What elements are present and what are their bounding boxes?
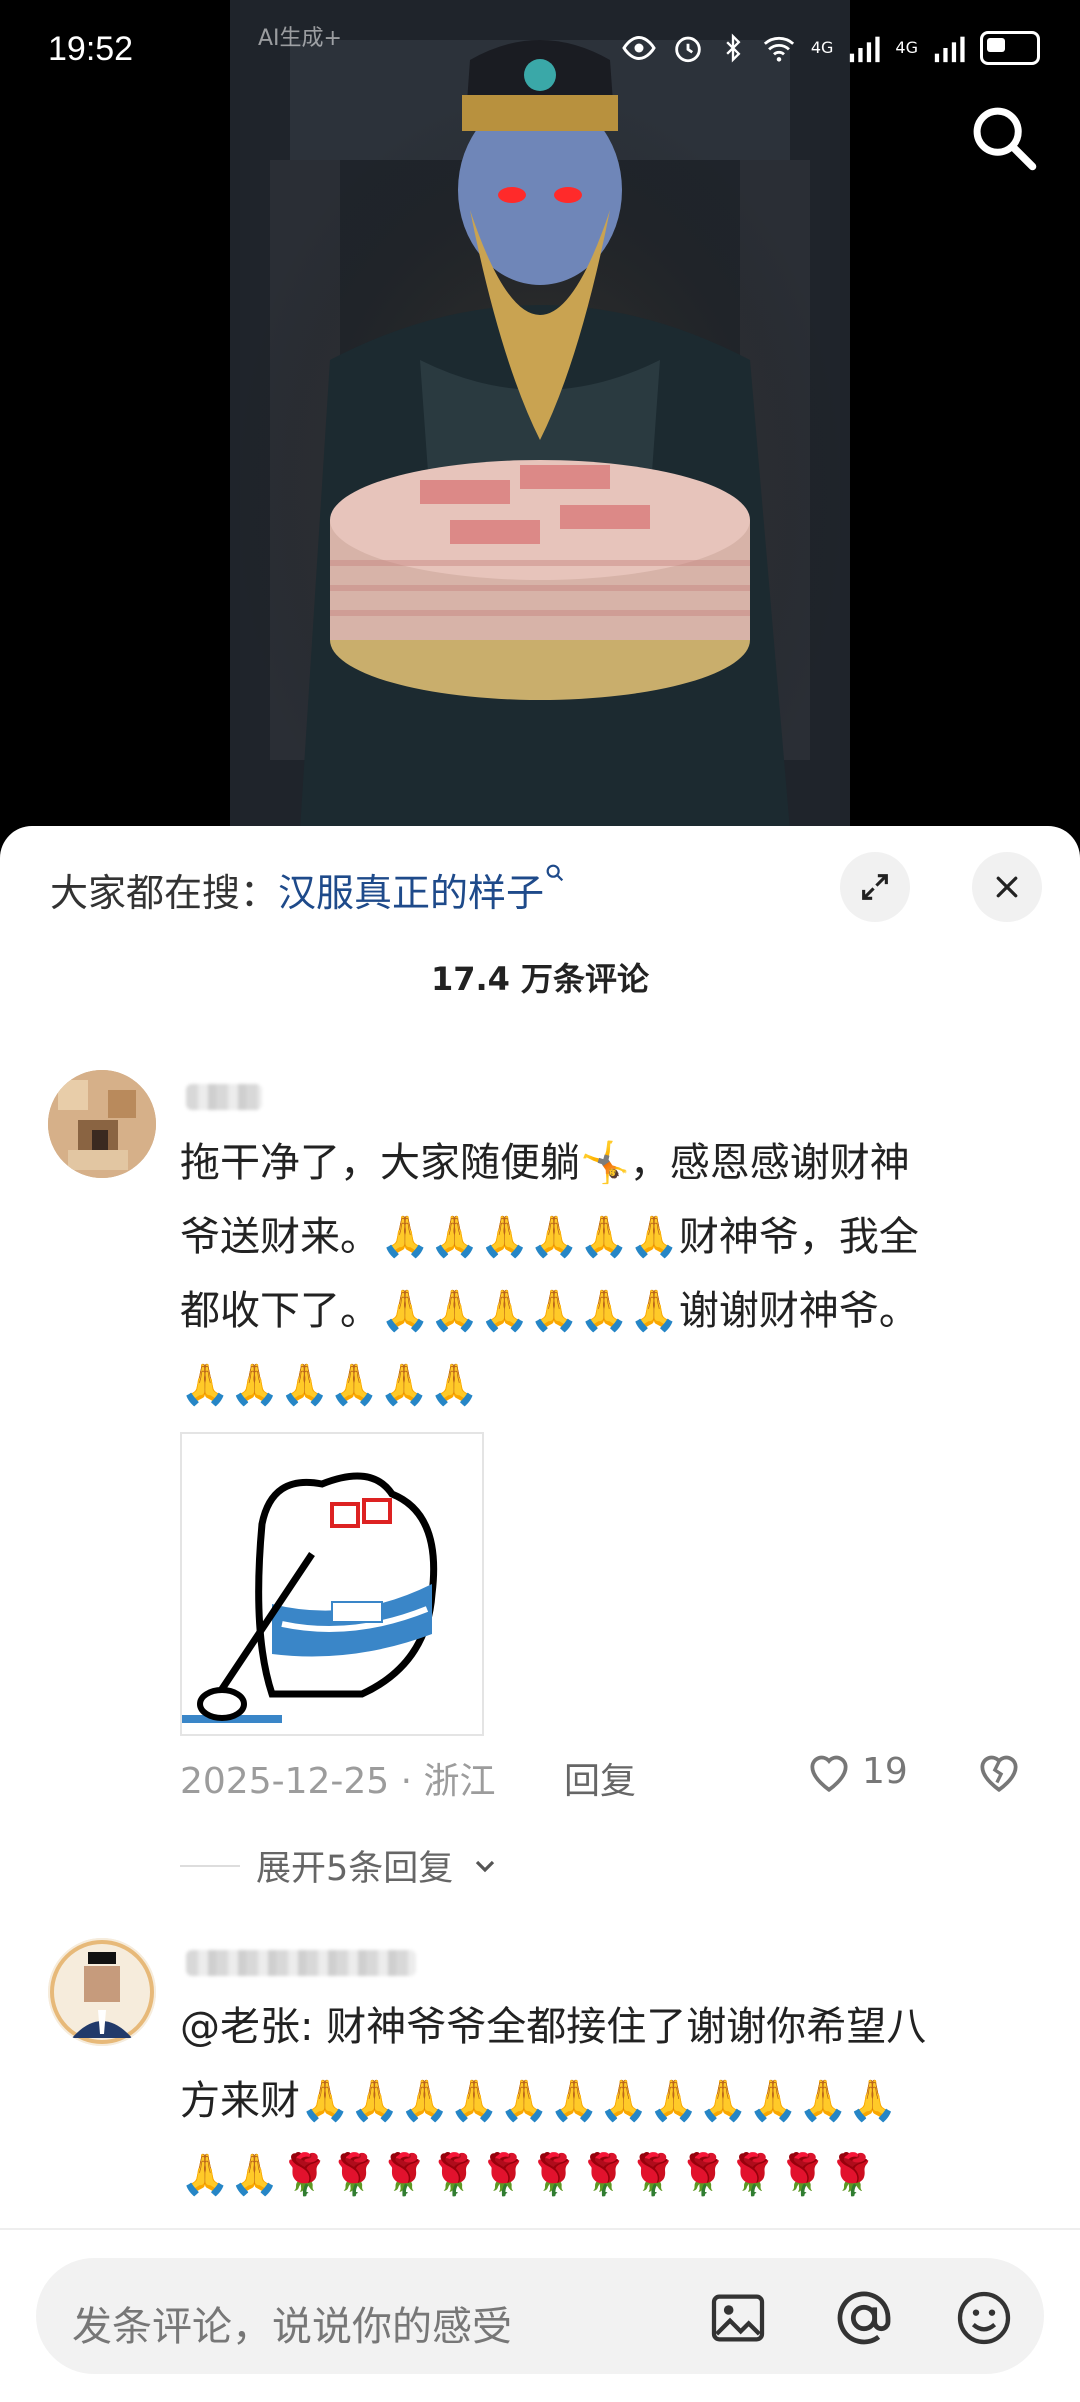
alarm-icon <box>675 36 701 63</box>
wifi-icon <box>763 36 794 62</box>
reply-button[interactable]: 回复 <box>564 1752 636 1804</box>
comment-text-line: @老张: 财神爷爷全都接住了谢谢你希望八 <box>180 2004 927 2050</box>
trending-search[interactable]: 大家都在搜：汉服真正的样子 <box>50 862 566 917</box>
god-of-wealth-image <box>230 0 850 830</box>
search-button[interactable] <box>966 100 1042 176</box>
comment-input[interactable]: 发条评论，说说你的感受 <box>36 2258 1044 2374</box>
image-button[interactable] <box>706 2286 770 2350</box>
cat-mopping-sticker <box>182 1472 438 1723</box>
heart-icon <box>810 1755 848 1792</box>
image-icon <box>711 2294 765 2342</box>
signal-1-label: 4G <box>810 38 834 57</box>
trending-prefix: 大家都在搜： <box>50 871 279 915</box>
divider-line <box>180 1864 240 1867</box>
like-button[interactable]: 19 <box>804 1746 908 1796</box>
dislike-icon <box>980 1755 1018 1792</box>
comments-sheet: 大家都在搜：汉服真正的样子 17.4 万条评论 拖干净了，大家随便躺🤸，感恩感谢… <box>0 826 1080 2400</box>
avatar[interactable] <box>48 1070 156 1178</box>
dislike-button[interactable] <box>974 1746 1024 1800</box>
signal-2-label: 4G <box>895 38 918 57</box>
person-avatar-image <box>48 1938 156 2046</box>
eye-icon <box>622 35 656 61</box>
expand-replies-label: 展开5条回复 <box>256 1849 454 1889</box>
bluetooth-icon <box>726 33 741 63</box>
battery-icon <box>980 31 1040 65</box>
mention-button[interactable] <box>832 2286 896 2350</box>
username-blurred[interactable] <box>186 1084 262 1110</box>
at-icon <box>837 2291 891 2345</box>
comment-text-line: 拖干净了，大家随便躺🤸，感恩感谢财神 <box>180 1140 910 1186</box>
comment-text-line: 方来财🙏🙏🙏🙏🙏🙏🙏🙏🙏🙏🙏🙏 <box>180 2078 898 2124</box>
video-player[interactable]: AI生成+ <box>0 0 1080 830</box>
expand-button[interactable] <box>840 852 910 922</box>
comment-sticker-image[interactable] <box>180 1432 484 1736</box>
comment-text-line: 爷送财来。🙏🙏🙏🙏🙏🙏财神爷，我全 <box>180 1214 919 1260</box>
username-blurred[interactable] <box>186 1950 416 1976</box>
video-frame <box>230 0 850 830</box>
emoji-icon <box>957 2291 1011 2345</box>
status-bar: 19:52 4G 4G <box>0 0 1080 100</box>
comment-text: @老张: 财神爷爷全都接住了谢谢你希望八 方来财🙏🙏🙏🙏🙏🙏🙏🙏🙏🙏🙏🙏 🙏🙏🌹… <box>180 1990 1040 2212</box>
status-icons: 4G 4G <box>621 28 1040 68</box>
status-time: 19:52 <box>48 30 134 68</box>
comment-input-bar: 发条评论，说说你的感受 <box>0 2228 1080 2402</box>
comment-count: 17.4 万条评论 <box>430 960 650 998</box>
expand-replies-button[interactable]: 展开5条回复 <box>180 1840 501 1891</box>
trending-keyword[interactable]: 汉服真正的样子 <box>278 871 544 915</box>
comment-text-line: 🙏🙏🌹🌹🌹🌹🌹🌹🌹🌹🌹🌹🌹🌹 <box>180 2152 878 2198</box>
search-small-icon <box>546 864 564 882</box>
like-count: 19 <box>862 1750 908 1792</box>
dog-avatar-image <box>48 1070 156 1178</box>
close-button[interactable] <box>972 852 1042 922</box>
emoji-button[interactable] <box>952 2286 1016 2350</box>
avatar[interactable] <box>48 1938 156 2046</box>
signal-1-icon <box>850 36 881 63</box>
signal-2-icon <box>934 36 965 63</box>
comment-date-location: 2025-12-25 · 浙江 <box>180 1761 496 1802</box>
close-icon <box>996 876 1018 898</box>
comment-input-placeholder: 发条评论，说说你的感受 <box>72 2304 512 2350</box>
chevron-down-icon <box>476 1860 495 1872</box>
comment-text: 拖干净了，大家随便躺🤸，感恩感谢财神 爷送财来。🙏🙏🙏🙏🙏🙏财神爷，我全 都收下… <box>180 1126 1040 1422</box>
comment-text-line: 都收下了。🙏🙏🙏🙏🙏🙏谢谢财神爷。 <box>180 1288 919 1334</box>
expand-icon <box>862 874 888 900</box>
comment-text-line: 🙏🙏🙏🙏🙏🙏 <box>180 1362 479 1408</box>
search-icon <box>973 107 1037 171</box>
